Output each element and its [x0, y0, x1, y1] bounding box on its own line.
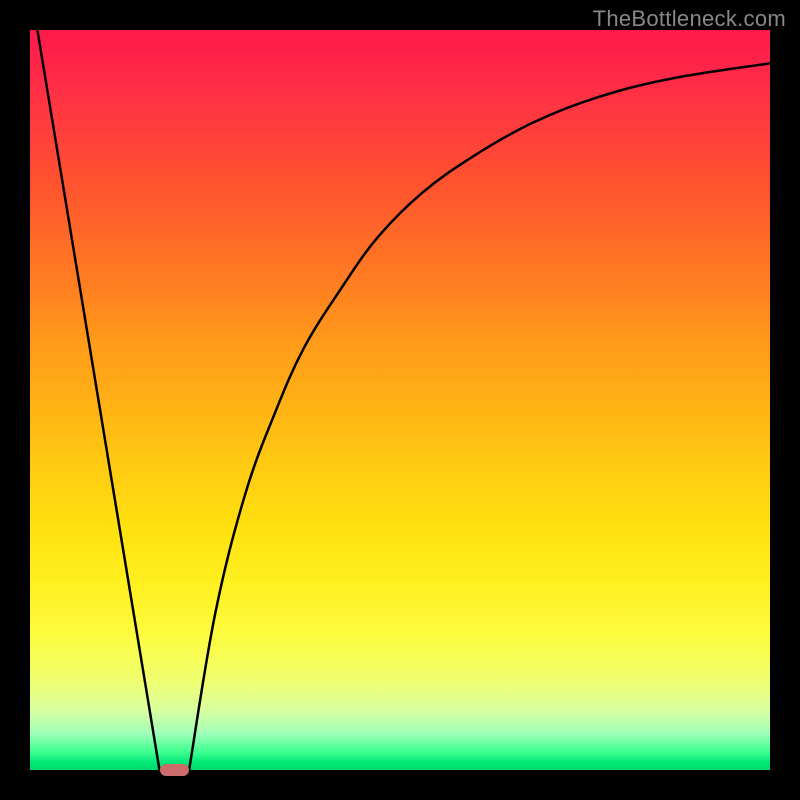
chart-svg: [30, 30, 770, 770]
min-marker: [160, 764, 190, 776]
curve-left: [37, 30, 159, 770]
watermark-text: TheBottleneck.com: [593, 6, 786, 32]
curve-right: [189, 63, 770, 770]
plot-background: [30, 30, 770, 770]
